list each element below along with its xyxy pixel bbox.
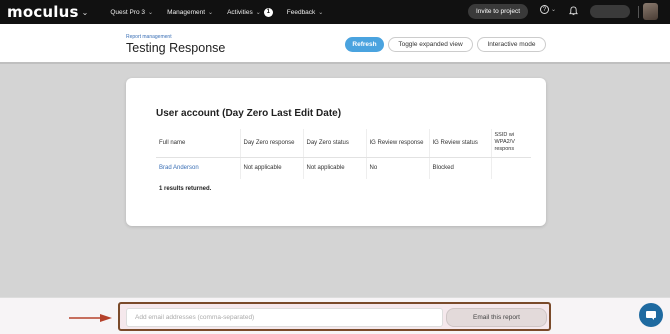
nav-item-label: Quest Pro 3 <box>110 8 146 16</box>
email-this-report-button[interactable]: Email this report <box>446 308 547 327</box>
nav-item-label: Management <box>167 8 206 16</box>
results-count: 1 results returned. <box>159 186 212 192</box>
chevron-down-icon: ⌄ <box>318 9 324 16</box>
interactive-mode-button[interactable]: Interactive mode <box>477 37 546 52</box>
help-icon: ? <box>540 5 549 14</box>
nav-item-label: Activities <box>227 8 253 16</box>
chevron-down-icon: ⌄ <box>148 9 154 16</box>
table-cell: No <box>365 157 429 179</box>
table-cell: Not applicable <box>302 157 366 179</box>
help-menu[interactable]: ? ⌄ <box>540 5 556 14</box>
table-row: Brad Anderson Not applicable Not applica… <box>156 157 531 179</box>
nav-item-quest-pro[interactable]: Quest Pro 3 ⌄ <box>110 9 153 16</box>
page-title: Testing Response <box>126 41 226 55</box>
toggle-expanded-view-button[interactable]: Toggle expanded view <box>388 37 473 52</box>
column-header[interactable]: Day Zero response <box>239 129 303 158</box>
nav-item-activities[interactable]: Activities ⌄ 1 <box>227 7 273 17</box>
nav-item-feedback[interactable]: Feedback ⌄ <box>287 9 324 16</box>
top-nav: moculus ⌄ Quest Pro 3 ⌄ Management ⌄ Act… <box>0 0 670 24</box>
refresh-button[interactable]: Refresh <box>345 37 384 52</box>
highlight-box: Email this report <box>118 302 551 331</box>
email-addresses-input[interactable] <box>126 308 443 327</box>
column-header[interactable]: IG Review status <box>428 129 491 158</box>
chat-icon[interactable] <box>639 303 663 327</box>
logo[interactable]: moculus <box>7 3 79 21</box>
column-header[interactable]: Full name <box>156 129 240 158</box>
table-cell: Blocked <box>428 157 491 179</box>
bell-icon[interactable] <box>569 6 578 16</box>
notification-badge: 1 <box>263 7 273 17</box>
nav-item-label: Feedback <box>286 8 316 16</box>
table-cell <box>490 157 531 179</box>
report-table: Full name Day Zero response Day Zero sta… <box>156 129 531 179</box>
chat-glyph-icon <box>646 311 656 320</box>
nav-item-management[interactable]: Management ⌄ <box>167 9 213 16</box>
column-header[interactable]: SSID wi WPA2/V respons <box>490 129 531 158</box>
chevron-down-icon: ⌄ <box>208 9 214 16</box>
column-header[interactable]: Day Zero status <box>302 129 366 158</box>
avatar[interactable] <box>643 3 658 20</box>
main-nav: Quest Pro 3 ⌄ Management ⌄ Activities ⌄ … <box>110 7 324 17</box>
breadcrumb[interactable]: Report management <box>126 34 172 40</box>
search-pill[interactable] <box>590 5 630 18</box>
page-header: Report management Testing Response Refre… <box>0 24 670 64</box>
report-title: User account (Day Zero Last Edit Date) <box>156 108 342 119</box>
chevron-down-icon: ⌄ <box>255 9 261 16</box>
divider <box>638 6 639 18</box>
invite-to-project-button[interactable]: Invite to project <box>468 4 528 19</box>
chevron-down-icon[interactable]: ⌄ <box>82 8 89 17</box>
table-header-row: Full name Day Zero response Day Zero sta… <box>156 129 531 158</box>
column-header[interactable]: IG Review response <box>365 129 429 158</box>
arrow-right-icon <box>69 314 112 322</box>
table-cell-link[interactable]: Brad Anderson <box>156 157 240 179</box>
table-cell: Not applicable <box>239 157 303 179</box>
report-card: User account (Day Zero Last Edit Date) F… <box>126 78 546 226</box>
chevron-down-icon: ⌄ <box>551 7 557 13</box>
